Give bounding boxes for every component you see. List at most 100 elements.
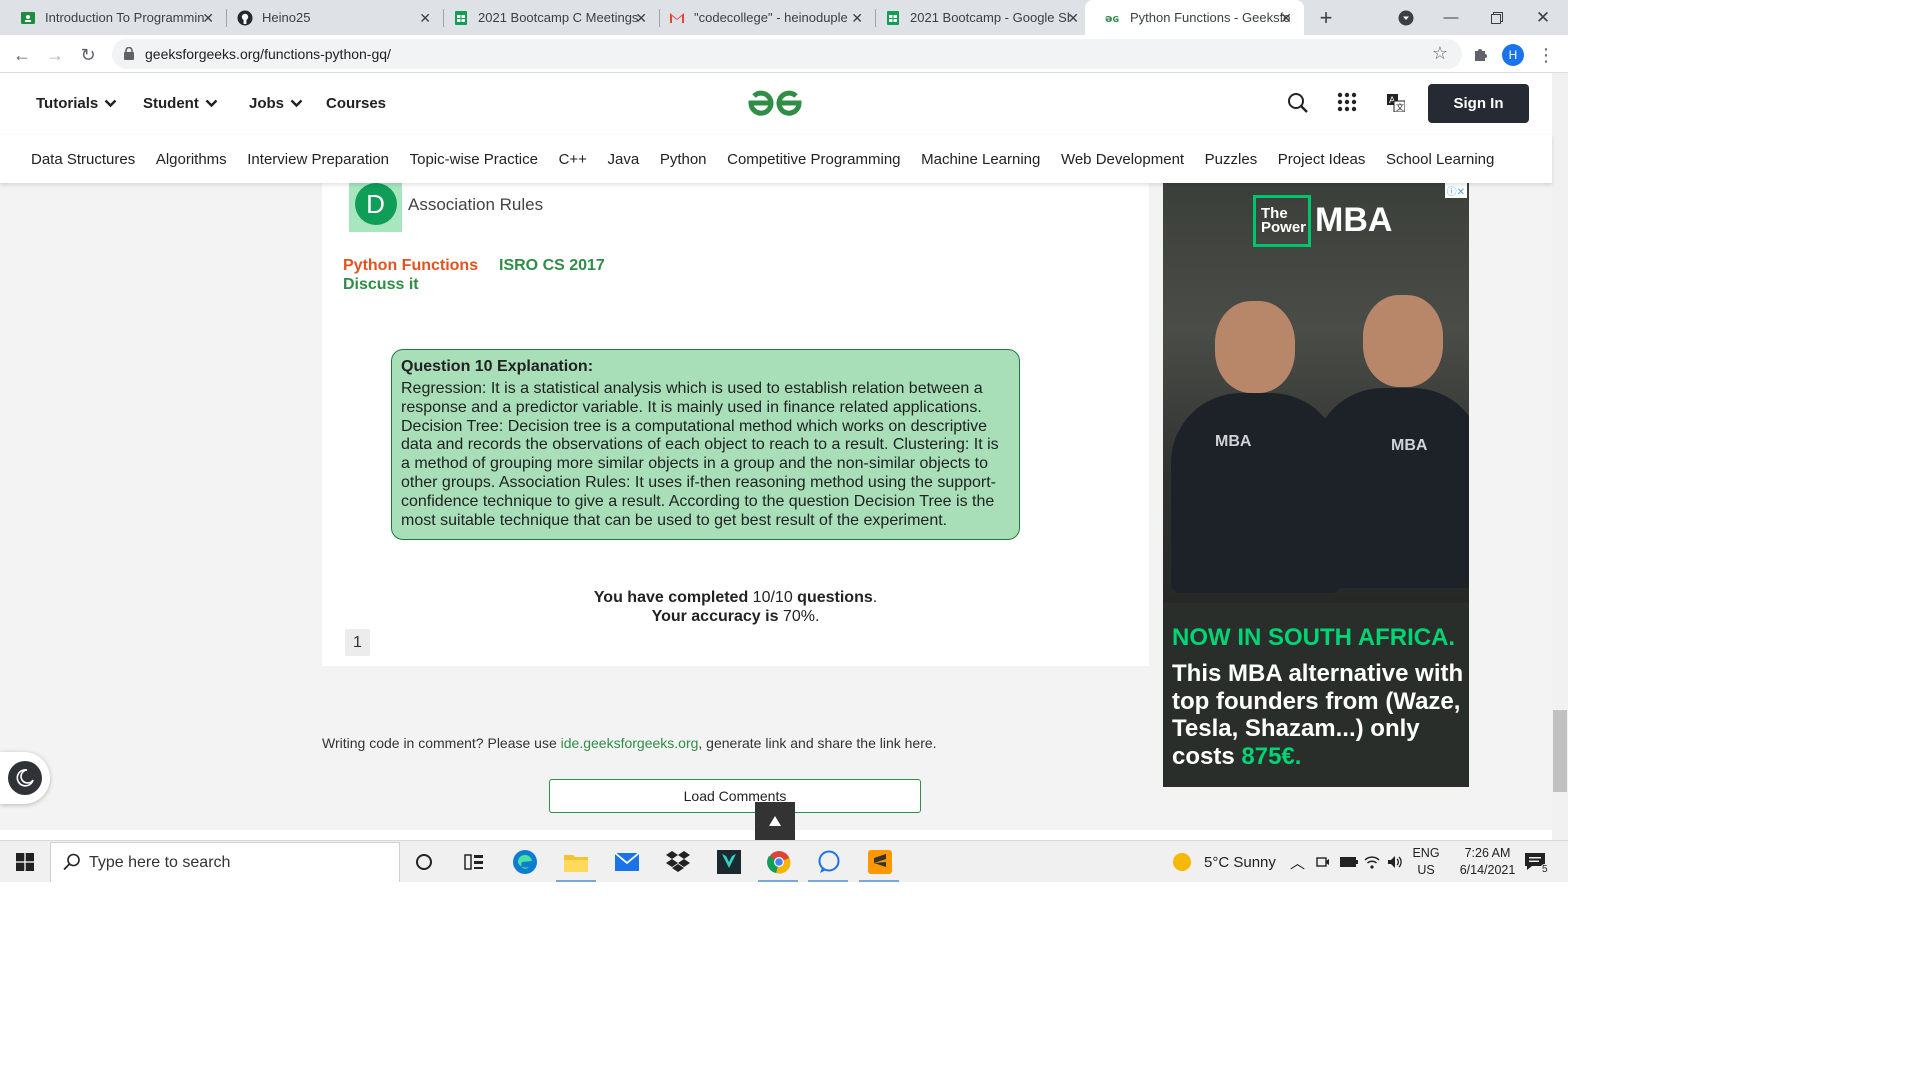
back-arrow-icon[interactable]: ← [8,41,36,69]
volume-icon[interactable] [1387,841,1403,882]
category-link[interactable]: Algorithms [156,151,227,168]
explanation-body: Regression: It is a statistical analysis… [401,380,999,529]
scrollbar-thumb[interactable] [1553,710,1567,792]
option-text: Association Rules [408,195,544,214]
nav-tutorials[interactable]: Tutorials [36,95,117,112]
category-link[interactable]: Topic-wise Practice [410,151,538,168]
windows-start-icon[interactable] [12,849,38,875]
maximize-button[interactable] [1474,0,1520,35]
sheets-icon [453,10,469,26]
nav-jobs[interactable]: Jobs [249,95,303,112]
option-letter: D [354,183,397,225]
reload-icon[interactable]: ↻ [74,41,102,69]
close-icon[interactable]: ✕ [851,10,863,27]
scroll-to-top-button[interactable] [755,802,795,840]
category-link[interactable]: Web Development [1061,151,1184,168]
tab-search-icon[interactable] [1383,0,1429,35]
category-link[interactable]: Python [660,151,707,168]
running-indicator [758,880,798,882]
profile-avatar[interactable]: H [1499,41,1527,69]
chrome-icon[interactable] [766,849,792,875]
category-link[interactable]: Java [608,151,640,168]
svg-text:文: 文 [1396,102,1404,112]
input-language[interactable]: ENG US [1411,845,1441,879]
dark-mode-toggle[interactable] [0,752,50,804]
browser-menu-icon[interactable]: ⋮ [1532,41,1560,69]
lock-icon [124,46,134,65]
system-clock[interactable]: 7:26 AM 6/14/2021 [1440,845,1535,879]
category-link[interactable]: School Learning [1386,151,1494,168]
cortana-icon[interactable] [411,849,437,875]
meet-now-icon[interactable] [1316,841,1330,882]
extensions-puzzle-icon[interactable] [1466,41,1494,69]
ad-body-text: This MBA alternative with top founders f… [1172,660,1464,770]
chevron-down-icon [205,95,218,112]
ad-choices-icon[interactable]: ⓘ✕ [1444,183,1467,198]
gmail-icon [669,10,685,26]
browser-tab-active[interactable]: əɢ Python Functions - Geeksfo ✕ [1085,0,1304,35]
search-icon[interactable] [1287,92,1309,119]
tab-label: Python Functions - Geeksfo [1130,10,1290,25]
page-number-button[interactable]: 1 [345,629,370,656]
translate-icon[interactable]: A文 [1387,94,1406,117]
dropbox-icon[interactable] [665,849,691,875]
ad-photo: MBA MBA [1163,183,1469,603]
category-link[interactable]: Machine Learning [921,151,1040,168]
tag-link[interactable]: ISRO CS 2017 [499,257,605,275]
weather-widget[interactable]: 5°C Sunny [1173,841,1276,882]
gfg-logo[interactable] [745,86,805,125]
edge-icon[interactable] [512,849,538,875]
nav-student[interactable]: Student [143,95,218,112]
tag-link[interactable]: Python Functions [343,257,478,275]
file-explorer-icon[interactable] [563,849,589,875]
sign-in-button[interactable]: Sign In [1428,84,1529,123]
taskbar-search-input[interactable]: Type here to search [50,842,400,882]
forward-arrow-icon[interactable]: → [41,41,69,69]
answer-option-d[interactable]: D [349,176,402,232]
close-icon[interactable]: ✕ [1067,10,1079,27]
sheets-icon [885,10,901,26]
browser-tab[interactable]: Heino25 ✕ [217,0,443,35]
windows-taskbar: Type here to search 5°C Sunny ︿ ENG US 7… [0,840,1568,882]
close-icon[interactable]: ✕ [1280,10,1292,27]
tab-label: Introduction To Programmin [45,10,205,25]
ad-person [1363,295,1443,387]
browser-tab[interactable]: "codecollege" - heinoduple ✕ [649,0,875,35]
load-comments-button[interactable]: Load Comments [549,779,921,813]
address-bar[interactable]: geeksforgeeks.org/functions-python-gq/ ☆ [112,39,1462,69]
apps-grid-icon[interactable] [1337,92,1357,117]
discuss-link[interactable]: Discuss it [343,276,419,294]
mail-icon[interactable] [614,849,640,875]
nav-label: Courses [326,95,387,112]
task-view-icon[interactable] [461,849,487,875]
nav-courses[interactable]: Courses [326,95,386,112]
category-link[interactable]: Puzzles [1205,151,1258,168]
chevron-up-icon[interactable]: ︿ [1290,841,1305,882]
close-icon[interactable]: ✕ [635,10,647,27]
clock-date: 6/14/2021 [1459,863,1516,877]
close-icon[interactable]: ✕ [419,10,431,27]
battery-icon[interactable] [1340,841,1358,882]
predator-app-icon[interactable] [716,849,742,875]
ide-link[interactable]: ide.geeksforgeeks.org [561,735,699,751]
ad-logo-mba: MBA [1315,201,1393,239]
running-indicator [808,880,848,882]
category-link[interactable]: Data Structures [31,151,135,168]
wifi-icon[interactable] [1364,841,1380,882]
browser-tab[interactable]: 2021 Bootcamp - Google Sh ✕ [865,0,1091,35]
new-tab-button[interactable]: + [1303,0,1349,35]
category-link[interactable]: Project Ideas [1278,151,1366,168]
advertisement[interactable]: MBA MBA The Power MBA NOW IN SOUTH AFRIC… [1163,183,1469,787]
browser-tab[interactable]: 2021 Bootcamp C Meetings ✕ [433,0,659,35]
category-link[interactable]: Competitive Programming [727,151,900,168]
bookmark-star-icon[interactable]: ☆ [1432,43,1448,64]
chat-app-icon[interactable] [816,849,842,875]
category-link[interactable]: Interview Preparation [247,151,389,168]
close-window-button[interactable]: ✕ [1520,0,1566,35]
category-link[interactable]: C++ [559,151,587,168]
close-icon[interactable]: ✕ [202,10,214,27]
minimize-button[interactable]: — [1428,0,1474,35]
notification-center-icon[interactable]: 5 [1524,841,1550,882]
sublime-text-icon[interactable] [867,849,893,875]
browser-tab[interactable]: Introduction To Programmin ✕ [0,0,226,35]
